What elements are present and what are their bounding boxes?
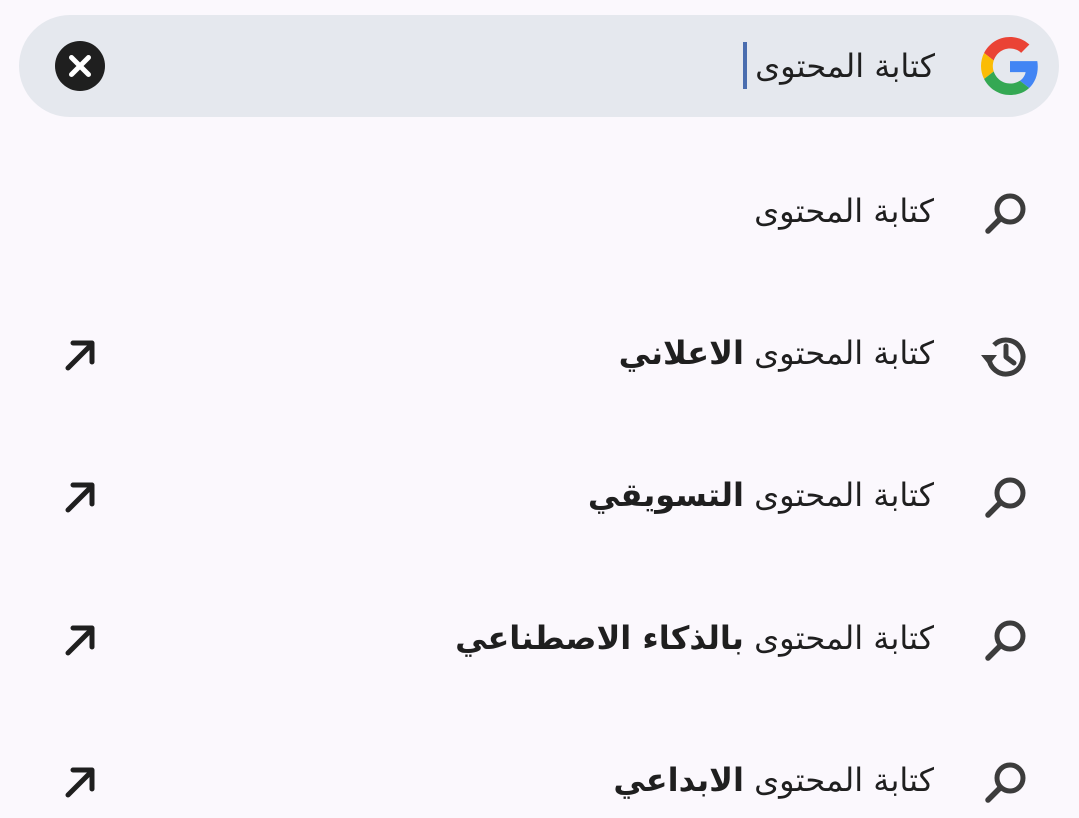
suggestion-row[interactable]: كتابة المحتوى xyxy=(0,148,1079,268)
text-caret xyxy=(743,42,747,89)
suggestion-text: كتابة المحتوى التسويقي xyxy=(588,470,934,520)
search-icon xyxy=(985,762,1026,803)
search-icon xyxy=(985,620,1026,661)
suggestion-completion: الابداعي xyxy=(613,761,744,799)
suggestion-row[interactable]: كتابة المحتوى الاعلاني xyxy=(0,290,1079,410)
suggestion-prefix: كتابة المحتوى xyxy=(754,334,934,372)
suggestion-prefix: كتابة المحتوى xyxy=(754,192,934,230)
suggestion-completion: بالذكاء الاصطناعي xyxy=(455,619,744,657)
search-input[interactable]: كتابة المحتوى xyxy=(755,43,935,89)
suggestion-text: كتابة المحتوى الاعلاني xyxy=(619,328,934,378)
fill-query-arrow-icon[interactable] xyxy=(56,472,104,520)
suggestion-row[interactable]: كتابة المحتوى بالذكاء الاصطناعي xyxy=(0,575,1079,695)
suggestion-completion: الاعلاني xyxy=(618,334,744,372)
suggestion-row[interactable]: كتابة المحتوى الابداعي xyxy=(0,717,1079,818)
search-icon xyxy=(985,193,1026,234)
suggestion-row[interactable]: كتابة المحتوى التسويقي xyxy=(0,432,1079,552)
search-screen: كتابة المحتوى كتابة المحتوى كتابة المحتو… xyxy=(0,0,1079,818)
suggestion-text: كتابة المحتوى بالذكاء الاصطناعي xyxy=(455,613,934,663)
suggestion-prefix: كتابة المحتوى xyxy=(754,619,934,657)
clear-button[interactable] xyxy=(55,41,105,91)
suggestion-completion: التسويقي xyxy=(587,476,744,514)
suggestion-text: كتابة المحتوى الابداعي xyxy=(613,755,934,805)
suggestion-text: كتابة المحتوى xyxy=(754,186,934,236)
history-icon xyxy=(981,337,1026,377)
google-g-icon xyxy=(981,37,1038,95)
fill-query-arrow-icon[interactable] xyxy=(56,330,104,378)
close-icon xyxy=(69,55,91,77)
fill-query-arrow-icon[interactable] xyxy=(56,757,104,805)
suggestion-prefix: كتابة المحتوى xyxy=(754,476,934,514)
fill-query-arrow-icon[interactable] xyxy=(56,615,104,663)
suggestion-prefix: كتابة المحتوى xyxy=(754,761,934,799)
search-icon xyxy=(985,477,1026,518)
search-bar[interactable]: كتابة المحتوى xyxy=(19,15,1059,117)
